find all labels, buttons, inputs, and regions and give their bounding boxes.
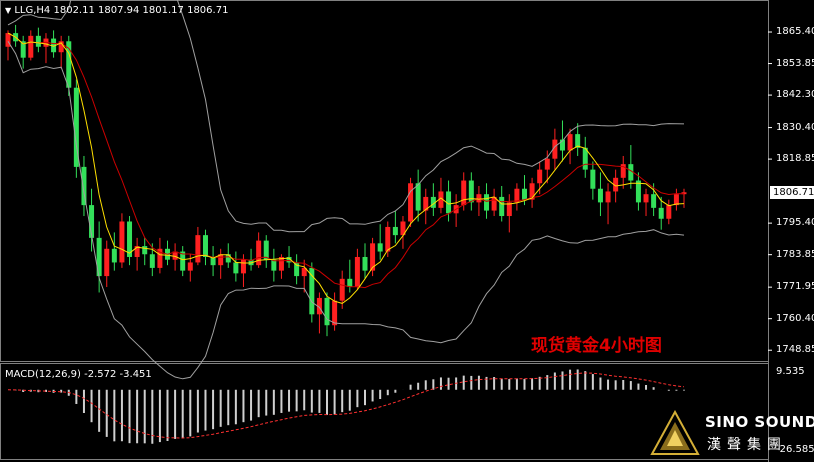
candle-body [537, 169, 543, 184]
ma-fast-line [7, 32, 685, 304]
candle-body [142, 246, 148, 255]
candle-body [377, 243, 383, 252]
candle-body [28, 35, 34, 58]
candle-body [567, 134, 573, 151]
candle-body [324, 297, 330, 326]
macd-axis-top: 9.535 [776, 366, 805, 377]
current-price-marker: 1806.71 [770, 186, 814, 200]
symbol-ohlc-header: ▼ LLG,H4 1802.11 1807.94 1801.17 1806.71 [5, 5, 228, 16]
price-chart[interactable] [0, 0, 814, 462]
symbol-label: LLG,H4 [14, 5, 51, 16]
candle-body [104, 248, 110, 277]
brand-name-en: SINO SOUND [705, 413, 814, 431]
candle-body [271, 259, 277, 271]
macd-signal-line [7, 372, 685, 439]
y-tick-label: 1818.85 [776, 153, 814, 165]
brand-name-cn: 漢聲集團 [707, 437, 787, 453]
candle-body [651, 194, 657, 208]
candle-body [499, 196, 505, 217]
candle-body [643, 194, 649, 203]
candle-body [81, 166, 87, 206]
y-tick-label: 1830.40 [776, 121, 814, 133]
candle-body [35, 35, 41, 47]
y-tick-label: 1760.40 [776, 312, 814, 324]
ma-slow-line [7, 32, 685, 289]
candle-body [385, 226, 391, 252]
y-tick-label: 1783.85 [776, 248, 814, 260]
candle-body [225, 254, 231, 263]
candle-body [605, 191, 611, 203]
candle-body [240, 259, 246, 274]
candle-body [339, 278, 345, 301]
y-tick-label: 1771.95 [776, 281, 814, 293]
brand-logo-icon [650, 410, 700, 455]
y-tick-label: 1853.85 [776, 57, 814, 69]
candle-body [347, 278, 353, 288]
y-tick-label: 1842.30 [776, 89, 814, 101]
candle-body [332, 300, 338, 326]
bollinger-upper-line [7, 0, 685, 233]
y-tick-label: 1795.40 [776, 217, 814, 229]
candle-body [187, 262, 193, 271]
candle-body [294, 262, 300, 277]
candle-body [256, 240, 262, 266]
candle-body [658, 207, 664, 219]
candle-body [195, 235, 201, 263]
candle-body [202, 235, 208, 257]
candle-body [354, 256, 360, 288]
candle-body [233, 262, 239, 274]
candle-body [597, 188, 603, 203]
bollinger-lower-line [7, 41, 685, 380]
candle-body [666, 205, 672, 219]
candle-body [415, 183, 421, 211]
price-panel-frame [0, 0, 769, 362]
candle-body [111, 248, 117, 263]
macd-axis-bottom: -26.585 [776, 444, 814, 455]
candle-body [521, 188, 527, 200]
macd-label: MACD(12,26,9) -2.572 -3.451 [5, 369, 152, 380]
candle-body [484, 194, 490, 211]
candle-body [149, 254, 155, 268]
dropdown-triangle-icon[interactable]: ▼ [5, 6, 11, 15]
candle-body [590, 169, 596, 189]
candle-body [408, 183, 414, 222]
ohlc-values: 1802.11 1807.94 1801.17 1806.71 [53, 5, 229, 16]
candle-body [461, 180, 467, 206]
candle-body [392, 226, 398, 236]
candle-body [362, 256, 368, 271]
y-tick-label: 1865.40 [776, 26, 814, 38]
candle-body [544, 158, 550, 170]
y-tick-label: 1748.85 [776, 344, 814, 356]
chart-caption: 现货黄金4小时图 [531, 336, 662, 356]
candle-body [119, 221, 125, 263]
